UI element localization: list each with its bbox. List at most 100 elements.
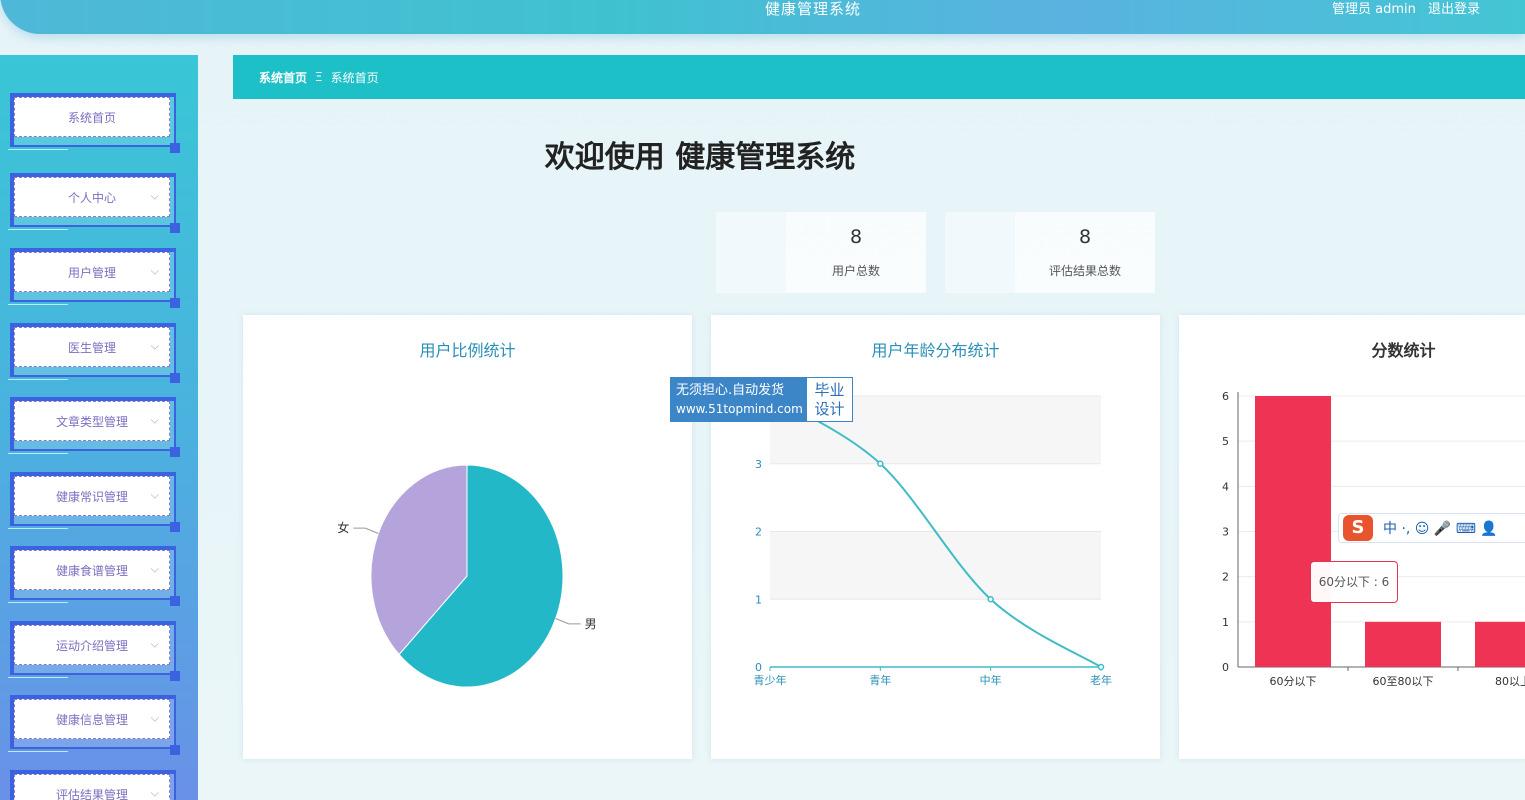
stat-card-results: 8 评估结果总数 [945,212,1155,293]
menu-corner [170,522,180,532]
stat-label: 用户总数 [831,264,880,278]
y-tick-label: 6 [1222,390,1229,403]
menu-box[interactable]: 医生管理 ⌵ [14,327,170,367]
breadcrumb-separator-icon: Ξ [315,70,323,84]
menu-corner [170,745,180,755]
pie-chart-panel: 用户比例统计 男女 [243,315,692,759]
y-tick-label: 1 [1222,616,1229,629]
menu-box[interactable]: 评估结果管理 ⌵ [14,774,170,800]
menu-corner [170,447,180,457]
menu-decoration [8,227,68,230]
user-area: 管理员 admin 退出登录 [1332,0,1488,17]
data-point [987,596,994,603]
watermark-url: www.51topmind.com [676,402,803,416]
sidebar-item-label: 用户管理 [67,265,116,280]
sidebar-item-label: 系统首页 [67,110,116,125]
sidebar-item[interactable]: 医生管理 ⌵ [8,319,180,383]
watermark-right1: 毕业 [814,381,845,399]
bar-tooltip: 60分以下 : 6 [1310,561,1398,603]
sidebar-item-label: 运动介绍管理 [55,638,128,653]
pie-label: 女 [337,520,349,535]
sidebar-item[interactable]: 健康食谱管理 ⌵ [8,542,180,606]
data-point [877,460,884,467]
menu-corner [170,671,180,681]
top-header: 健康管理系统 管理员 admin 退出登录 [0,0,1525,34]
system-title: 健康管理系统 [765,0,862,18]
menu-box[interactable]: 健康常识管理 ⌵ [14,476,170,516]
y-tick-label: 0 [1222,661,1229,674]
sidebar-item-label: 健康信息管理 [55,712,128,727]
pie-chart: 男女 [337,464,597,688]
chevron-down-icon: ⌵ [150,413,159,427]
menu-box[interactable]: 健康信息管理 ⌵ [14,699,170,739]
chevron-down-icon: ⌵ [150,711,159,725]
sidebar-item-label: 健康食谱管理 [55,563,128,578]
menu-decoration [8,526,68,529]
bar [1255,396,1331,667]
stat-card-users: 8 用户总数 [716,212,926,293]
sidebar-item[interactable]: 运动介绍管理 ⌵ [8,617,180,681]
x-tick-label: 青少年 [754,673,787,687]
sidebar-item[interactable]: 评估结果管理 ⌵ [8,766,178,800]
stat-icon-area [945,212,1015,293]
chevron-down-icon: ⌵ [150,264,159,278]
y-tick-label: 2 [1222,571,1229,584]
x-tick-label: 老年 [1090,673,1112,687]
sidebar-item-label: 医生管理 [67,340,116,355]
data-point [1097,663,1105,671]
pie-label-line [555,618,581,625]
sidebar-item[interactable]: 健康常识管理 ⌵ [8,468,180,532]
y-tick-label: 5 [1222,435,1229,448]
menu-box[interactable]: 用户管理 ⌵ [14,252,170,292]
sidebar-item-label: 评估结果管理 [55,787,128,800]
logout-link[interactable]: 退出登录 [1428,2,1480,17]
watermark-badge: 无须担心.自动发货 www.51topmind.com 毕业 设计 [670,377,853,422]
y-tick-label: 2 [755,526,762,539]
user-label: 管理员 admin [1332,2,1416,17]
menu-decoration [8,451,68,454]
menu-box[interactable]: 个人中心 ⌵ [14,177,170,217]
chevron-down-icon: ⌵ [150,562,159,576]
grid-band [770,531,1101,600]
menu-decoration [8,302,68,305]
stat-value: 8 [849,226,863,248]
x-tick-label: 60分以下 [1270,675,1317,688]
menu-decoration [8,377,68,380]
y-tick-label: 3 [1222,526,1229,539]
menu-box[interactable]: 文章类型管理 ⌵ [14,401,170,441]
pie-label-line [353,527,379,534]
bar [1475,621,1525,667]
x-tick-label: 80以上 [1495,675,1525,688]
sidebar-item-label: 个人中心 [67,190,116,205]
y-tick-label: 1 [755,593,762,606]
breadcrumb-current: 系统首页 [330,70,379,85]
ime-toolbar[interactable]: S 中 ·, ☺ 🎤 ⌨ 👤 [1338,513,1525,543]
sidebar-item[interactable]: 个人中心 ⌵ [8,169,180,233]
x-tick-label: 青年 [869,673,891,687]
breadcrumb-root[interactable]: 系统首页 [259,69,307,86]
stat-icon-area [716,212,786,293]
menu-box[interactable]: 健康食谱管理 ⌵ [14,550,170,590]
sidebar-item[interactable]: 健康信息管理 ⌵ [8,691,180,755]
y-tick-label: 4 [1222,480,1229,493]
chevron-down-icon: ⌵ [150,786,159,800]
menu-box[interactable]: 系统首页 [14,97,170,137]
x-tick-label: 60至80以下 [1373,675,1434,688]
bar [1365,621,1441,667]
breadcrumb: 系统首页 Ξ 系统首页 [233,55,1525,99]
x-tick-label: 中年 [980,673,1002,687]
sidebar-item-label: 健康常识管理 [55,489,128,504]
menu-decoration [8,749,68,752]
sidebar-item[interactable]: 文章类型管理 ⌵ [8,393,180,457]
menu-decoration [8,675,68,678]
y-tick-label: 3 [755,458,762,471]
y-tick-label: 0 [755,661,762,674]
ime-tools[interactable]: 中 ·, ☺ 🎤 ⌨ 👤 [1383,518,1498,538]
welcome-container: 欢迎使用 健康管理系统 [233,132,1525,176]
chevron-down-icon: ⌵ [150,488,159,502]
menu-box[interactable]: 运动介绍管理 ⌵ [14,625,170,665]
watermark-line1: 无须担心.自动发货 [676,383,785,398]
sogou-logo-icon[interactable]: S [1343,515,1373,541]
sidebar-item[interactable]: 用户管理 ⌵ [8,244,180,308]
page-title: 欢迎使用 健康管理系统 [544,140,856,175]
